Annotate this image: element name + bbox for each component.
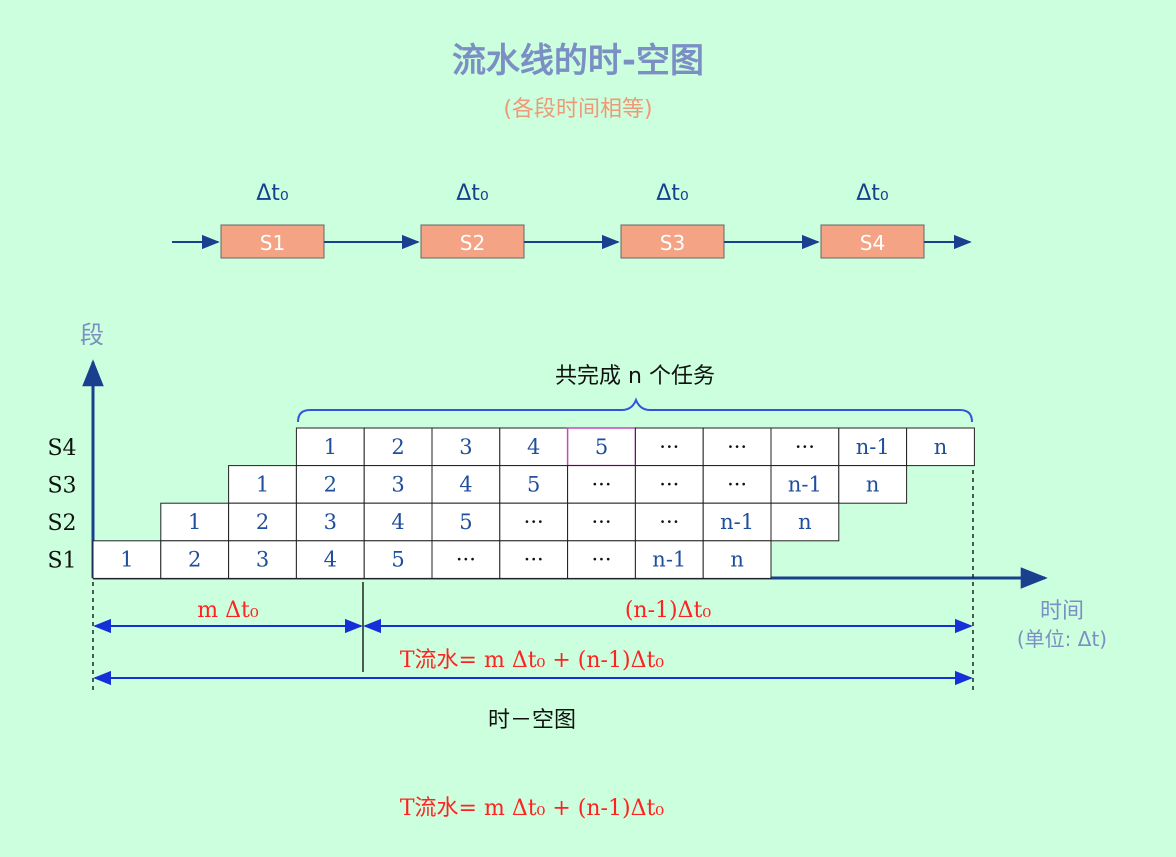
task-cell-label: n — [866, 472, 880, 496]
task-cell-label: 1 — [256, 472, 269, 496]
space-time-grid: S4 1 2 3 4 5 ··· ··· ··· n-1 n S3 1 2 3 4 5 ··· ··· ··· n-1 n… — [47, 427, 975, 579]
task-cell-label: n-1 — [788, 472, 822, 496]
page-title: 流水线的时-空图 — [452, 41, 704, 81]
task-cell-label: 2 — [256, 510, 269, 534]
row-label-s3: S3 — [47, 473, 76, 498]
stage-time-label: Δt₀ — [256, 181, 289, 206]
page-subtitle: (各段时间相等) — [503, 97, 652, 122]
task-cell-label: ··· — [727, 435, 747, 459]
task-cell-label: ··· — [591, 548, 611, 572]
task-cell-label: 5 — [527, 472, 540, 496]
task-cell-label: 5 — [391, 548, 404, 572]
diagram-caption: 时－空图 — [488, 708, 576, 733]
task-cell-label: ··· — [524, 548, 544, 572]
task-cell-label: ··· — [727, 472, 747, 496]
x-axis-unit: (单位: Δt) — [1017, 627, 1107, 651]
task-cell-label: n-1 — [652, 548, 686, 572]
task-cell-label: ··· — [659, 435, 679, 459]
brace-label: 共完成 n 个任务 — [555, 364, 715, 389]
pipeline-stage-strip: Δt₀ S1 Δt₀ S2 Δt₀ S3 Δt₀ S4 — [172, 181, 972, 259]
task-cell-label: n — [934, 435, 948, 459]
task-cell-label: n — [730, 548, 744, 572]
stage-time-label: Δt₀ — [456, 181, 489, 206]
task-cell-label: n — [798, 510, 812, 534]
task-cell-label: ··· — [659, 510, 679, 534]
task-cell-label: ··· — [591, 510, 611, 534]
task-cell-label: 3 — [391, 472, 404, 496]
x-axis-label: 时间 — [1040, 599, 1084, 624]
task-cell-label: 2 — [188, 548, 201, 572]
task-cell-label: 4 — [459, 472, 472, 496]
task-cell-label: 3 — [459, 435, 472, 459]
task-cell-label: ··· — [456, 548, 476, 572]
dim-left-label: m Δt₀ — [197, 598, 259, 623]
task-cell-label: 3 — [256, 548, 269, 572]
y-axis-label: 段 — [80, 321, 104, 349]
task-cell-label: 1 — [188, 510, 201, 534]
task-cell-label: 2 — [324, 472, 337, 496]
task-cell-label: 3 — [324, 510, 337, 534]
task-cell-label: 4 — [324, 548, 337, 572]
pipeline-figure: 流水线的时-空图 (各段时间相等) Δt₀ S1 Δt₀ S2 Δt₀ S3 Δt₀ S4 段… — [0, 0, 1176, 857]
task-brace — [297, 397, 973, 423]
stage-box-label: S3 — [660, 231, 685, 255]
task-cell-label: 5 — [595, 435, 608, 459]
task-cell-label: n-1 — [856, 435, 890, 459]
row-label-s2: S2 — [47, 511, 76, 536]
task-cell-label: 2 — [391, 435, 404, 459]
stage-box-label: S1 — [260, 231, 285, 255]
row-label-s4: S4 — [47, 436, 76, 461]
formula: T流水= m Δt₀ + (n-1)Δt₀ — [400, 796, 664, 821]
dim-total-label: T流水= m Δt₀ + (n-1)Δt₀ — [400, 648, 664, 673]
task-cell-label: 5 — [459, 510, 472, 534]
row-label-s1: S1 — [47, 549, 76, 574]
task-cell-label: 4 — [527, 435, 540, 459]
task-cell-label: ··· — [659, 472, 679, 496]
task-cell-label: ··· — [591, 472, 611, 496]
task-cell-label: 4 — [391, 510, 404, 534]
stage-box-label: S4 — [860, 231, 885, 255]
task-cell-label: ··· — [795, 435, 815, 459]
task-cell-label: n-1 — [720, 510, 754, 534]
stage-time-label: Δt₀ — [856, 181, 889, 206]
task-cell-label: 1 — [324, 435, 337, 459]
task-cell-label: 1 — [120, 548, 133, 572]
dim-right-label: (n-1)Δt₀ — [625, 598, 711, 623]
stage-box-label: S2 — [460, 231, 485, 255]
space-time-diagram: 流水线的时-空图 (各段时间相等) Δt₀ S1 Δt₀ S2 Δt₀ S3 Δt₀ S4 段… — [47, 41, 1107, 821]
task-cell-label: ··· — [524, 510, 544, 534]
stage-time-label: Δt₀ — [656, 181, 689, 206]
